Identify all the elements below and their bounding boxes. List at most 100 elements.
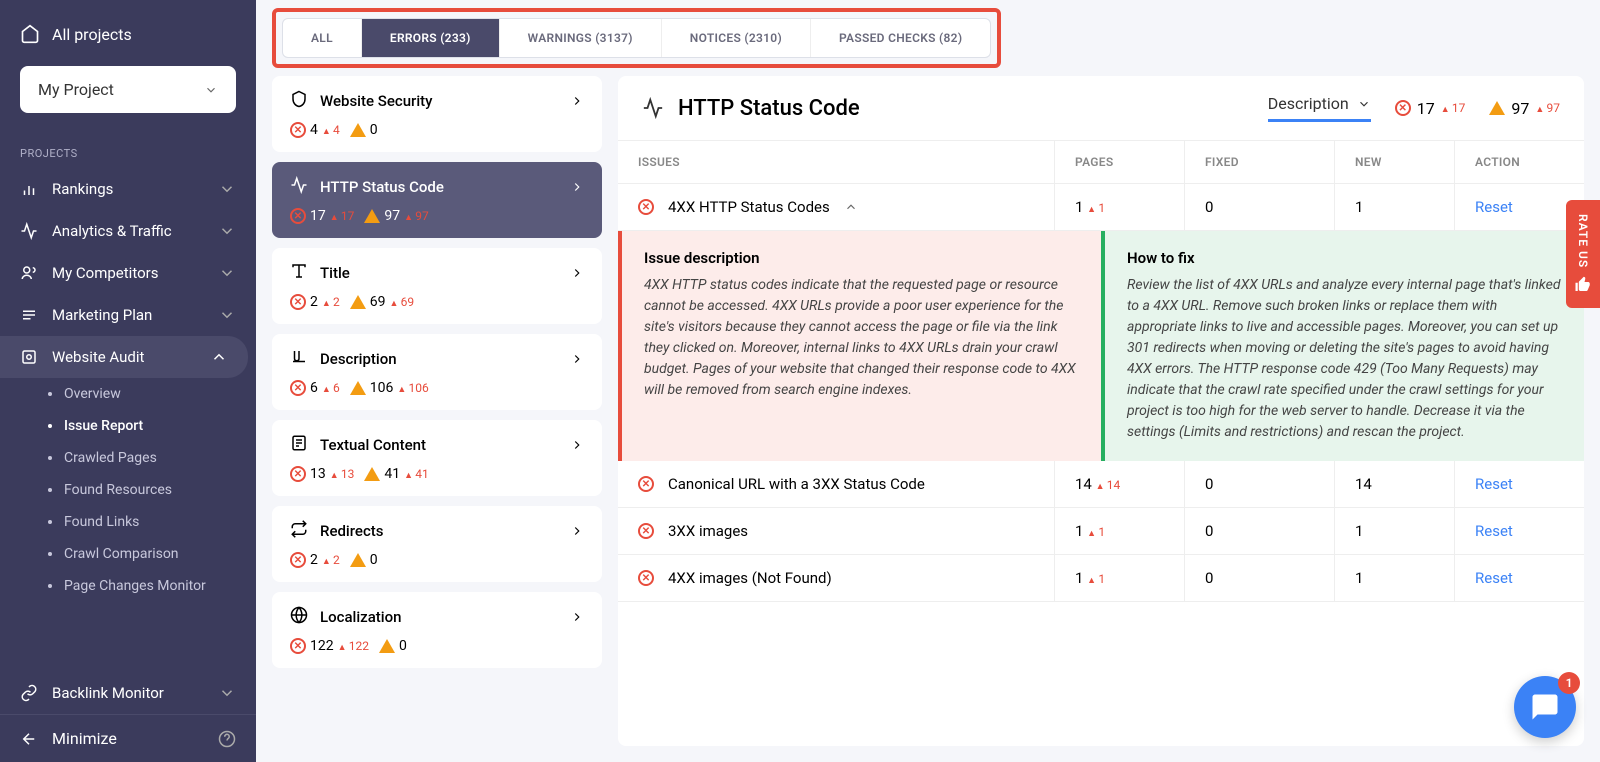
sub-overview[interactable]: Overview xyxy=(28,378,256,410)
table-row[interactable]: ✕ 4XX images (Not Found) 1 1 0 1 Reset xyxy=(618,555,1584,602)
category-stats: ✕ 4 4 0 xyxy=(290,122,584,138)
category-stats: ✕ 122 122 0 xyxy=(290,638,584,654)
error-icon: ✕ xyxy=(1395,100,1411,116)
reset-link[interactable]: Reset xyxy=(1475,522,1513,540)
warning-icon xyxy=(1489,101,1505,115)
col-action: ACTION xyxy=(1454,141,1584,183)
sub-issue-report[interactable]: Issue Report xyxy=(28,410,256,442)
stat-delta: 106 xyxy=(397,381,428,395)
table-row[interactable]: ✕ 4XX HTTP Status Codes 1 1 0 1 Reset xyxy=(618,184,1584,231)
reset-link[interactable]: Reset xyxy=(1475,475,1513,493)
sub-page-changes[interactable]: Page Changes Monitor xyxy=(28,570,256,602)
chat-badge: 1 xyxy=(1558,672,1580,694)
desc-text: 4XX HTTP status codes indicate that the … xyxy=(644,275,1079,401)
header-warn-stat: 97 97 xyxy=(1489,99,1560,118)
sub-label: Found Links xyxy=(64,514,139,530)
chevron-right-icon xyxy=(570,266,584,280)
detail-panel: HTTP Status Code Description ✕ 17 17 97 xyxy=(618,76,1584,746)
reset-link[interactable]: Reset xyxy=(1475,198,1513,216)
category-title: Website Security xyxy=(290,90,433,112)
pages-value: 1 xyxy=(1075,198,1083,216)
pages-delta: 1 xyxy=(1087,525,1105,539)
category-icon xyxy=(290,520,308,542)
stat-value: 69 xyxy=(370,294,386,310)
warning-icon xyxy=(364,467,380,481)
new-value: 1 xyxy=(1334,184,1454,230)
table-row[interactable]: ✕ 3XX images 1 1 0 1 Reset xyxy=(618,508,1584,555)
chat-button[interactable]: 1 xyxy=(1514,676,1576,738)
nav-label: Website Audit xyxy=(52,348,144,366)
reset-link[interactable]: Reset xyxy=(1475,569,1513,587)
rate-us-button[interactable]: RATE US xyxy=(1566,200,1600,308)
new-value: 1 xyxy=(1334,555,1454,601)
error-icon: ✕ xyxy=(290,552,306,568)
chevron-up-icon[interactable] xyxy=(844,200,858,214)
stat-value: 4 xyxy=(310,122,318,138)
col-pages: PAGES xyxy=(1054,141,1184,183)
link-icon xyxy=(20,684,38,702)
nav-analytics[interactable]: Analytics & Traffic xyxy=(0,210,256,252)
all-projects-link[interactable]: All projects xyxy=(20,16,236,52)
category-stats: ✕ 2 2 0 xyxy=(290,552,584,568)
nav-marketing[interactable]: Marketing Plan xyxy=(0,294,256,336)
sub-crawl-comparison[interactable]: Crawl Comparison xyxy=(28,538,256,570)
category-card[interactable]: Website Security ✕ 4 4 0 xyxy=(272,76,602,152)
minimize-label: Minimize xyxy=(52,729,117,748)
chevron-up-icon xyxy=(210,348,228,366)
sub-items: Overview Issue Report Crawled Pages Foun… xyxy=(0,378,256,602)
tab-notices[interactable]: NOTICES (2310) xyxy=(662,19,811,57)
arrow-left-icon xyxy=(20,730,38,748)
tab-all[interactable]: ALL xyxy=(283,19,362,57)
nav-rankings[interactable]: Rankings xyxy=(0,168,256,210)
tab-errors[interactable]: ERRORS (233) xyxy=(362,19,500,57)
all-projects-label: All projects xyxy=(52,25,132,44)
nav-website-audit[interactable]: Website Audit xyxy=(0,336,248,378)
description-dropdown[interactable]: Description xyxy=(1268,94,1371,122)
new-value: 14 xyxy=(1334,461,1454,507)
thumbs-up-icon xyxy=(1574,276,1592,294)
stat-value: 13 xyxy=(310,466,326,482)
category-card[interactable]: Textual Content ✕ 13 13 41 41 xyxy=(272,420,602,496)
nav-label: My Competitors xyxy=(52,264,158,282)
tab-warnings[interactable]: WARNINGS (3137) xyxy=(500,19,662,57)
nav-label: Analytics & Traffic xyxy=(52,222,172,240)
pulse-icon xyxy=(20,222,38,240)
chevron-down-icon xyxy=(218,180,236,198)
category-stats: ✕ 2 2 69 69 xyxy=(290,294,584,310)
error-icon: ✕ xyxy=(290,122,306,138)
tab-passed[interactable]: PASSED CHECKS (82) xyxy=(811,19,990,57)
users-icon xyxy=(20,264,38,282)
project-dropdown[interactable]: My Project xyxy=(20,66,236,113)
minimize-button[interactable]: Minimize xyxy=(0,714,256,762)
category-card[interactable]: HTTP Status Code ✕ 17 17 97 97 xyxy=(272,162,602,238)
sub-found-links[interactable]: Found Links xyxy=(28,506,256,538)
category-card[interactable]: Title ✕ 2 2 69 69 xyxy=(272,248,602,324)
nav-label: Backlink Monitor xyxy=(52,684,164,702)
help-icon[interactable] xyxy=(218,730,236,748)
pulse-icon xyxy=(642,97,664,119)
stat-delta: 122 xyxy=(338,639,369,653)
sub-crawled-pages[interactable]: Crawled Pages xyxy=(28,442,256,474)
table-row[interactable]: ✕ Canonical URL with a 3XX Status Code 1… xyxy=(618,461,1584,508)
chevron-down-icon xyxy=(218,306,236,324)
desc-title: Issue description xyxy=(644,249,1079,267)
category-card[interactable]: Description ✕ 6 6 106 106 xyxy=(272,334,602,410)
sub-label: Crawled Pages xyxy=(64,450,157,466)
home-icon xyxy=(20,24,40,44)
fix-text: Review the list of 4XX URLs and analyze … xyxy=(1127,275,1562,443)
detail-title-text: HTTP Status Code xyxy=(678,96,860,121)
pages-value: 1 xyxy=(1075,569,1083,587)
chat-icon xyxy=(1530,692,1560,722)
rate-us-label: RATE US xyxy=(1576,214,1590,268)
sub-label: Crawl Comparison xyxy=(64,546,179,562)
category-card[interactable]: Redirects ✕ 2 2 0 xyxy=(272,506,602,582)
stat-delta: 41 xyxy=(404,467,429,481)
detail-title: HTTP Status Code xyxy=(642,96,860,121)
pages-value: 14 xyxy=(1075,475,1092,493)
nav-backlink[interactable]: Backlink Monitor xyxy=(0,672,256,714)
category-card[interactable]: Localization ✕ 122 122 0 xyxy=(272,592,602,668)
sub-found-resources[interactable]: Found Resources xyxy=(28,474,256,506)
stat-delta: 97 xyxy=(1535,101,1560,115)
category-icon xyxy=(290,176,308,198)
nav-competitors[interactable]: My Competitors xyxy=(0,252,256,294)
